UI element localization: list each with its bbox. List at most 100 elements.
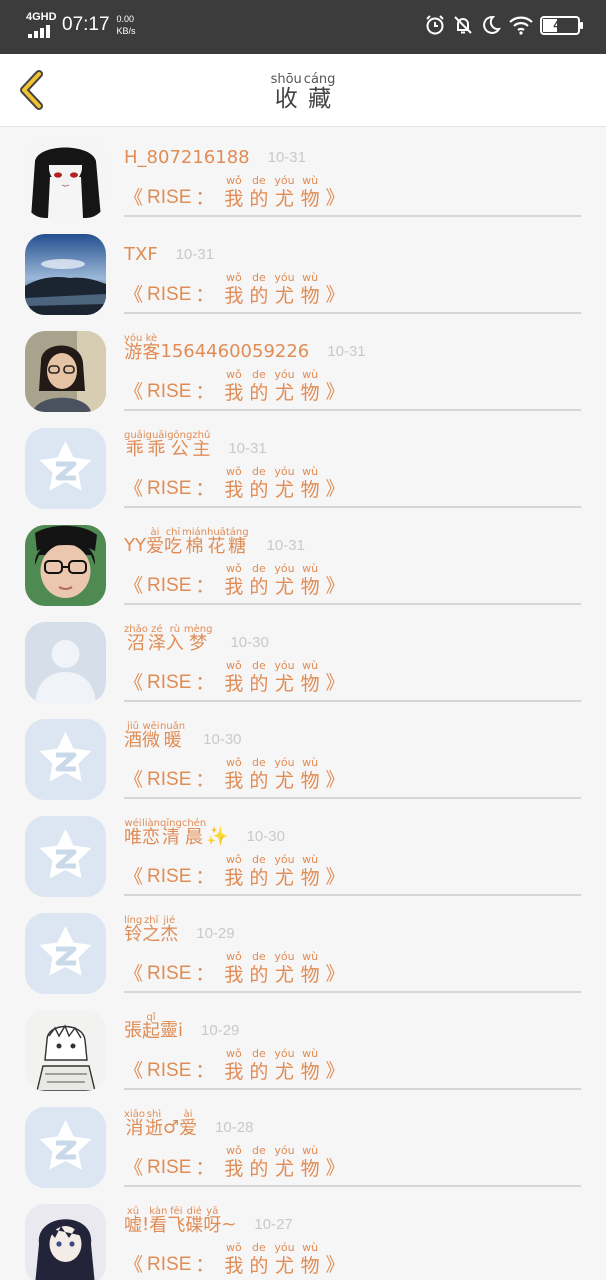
username[interactable]: H_807216188 [124,147,250,169]
list-item[interactable]: jiǔ 酒 wēi 微 nuǎn 暖 10-30 《 RISE： wǒ 我 de 的 yóu 尤 wù 物》 [0,709,606,806]
work-title[interactable]: 《 RISE： wǒ 我 de 的 yóu 尤 wù 物》 [124,365,581,405]
close-quote: 》 [325,575,345,597]
hanzi-char: 嘘 [124,1215,142,1237]
username[interactable]: jiǔ 酒 wēi 微 nuǎn 暖 [124,721,185,751]
item-header-row: yóu 游 kè 客 1564460059226 10-31 [124,329,581,363]
list-item[interactable]: zhǎo 沼 zé 泽 rù 入 mèng 梦 10-30 《 RISE： wǒ 我 de 的 yóu 尤 wù 物… [0,612,606,709]
ruby-char: de 的 [249,951,268,987]
avatar[interactable] [25,137,106,218]
username[interactable]: xiāo 消 shì 逝 ♂ ài 爱 [124,1109,197,1139]
hanzi-char: 爱 [179,1118,198,1140]
hanzi-char: 爱 [146,536,164,558]
title-colon: ： [195,284,215,306]
timestamp: 10-30 [246,828,285,845]
hanzi-char: 我 [224,1255,244,1277]
work-title-text: RISE [147,187,192,208]
work-title[interactable]: 《 RISE： wǒ 我 de 的 yóu 尤 wù 物》 [124,462,581,502]
list-item[interactable]: 張 qǐ 起靈 i 10-29 《 RISE： wǒ 我 de 的 yóu 尤 wù 物》 [0,1000,606,1097]
hanzi-char: 我 [224,1158,244,1180]
ruby-char: yóu 尤 [274,757,294,793]
hanzi-char: 物 [300,1158,320,1180]
list-item[interactable]: xiāo 消 shì 逝 ♂ ài 爱 10-28 《 RISE： wǒ 我 de 的 yóu 尤 wù 物》 [0,1097,606,1194]
username[interactable]: YY ài 爱 chī 吃 mián 棉 huā 花 táng 糖 [124,527,249,557]
avatar[interactable] [25,428,106,509]
pinyin-annotation: yóu [274,659,295,672]
hanzi-char: 逝 [144,1118,163,1140]
clock: 07:17 [62,14,110,35]
work-title[interactable]: 《 RISE： wǒ 我 de 的 yóu 尤 wù 物》 [124,753,581,793]
hanzi-char: 消 [125,1118,144,1140]
list-item[interactable]: wéi 唯 liàn 恋 qīng 清 chén 晨 ✨ 10-30 《 RISE： wǒ 我 de 的 yóu… [0,806,606,903]
pinyin-annotation: wǒ [226,562,242,575]
ruby-char: ài 爱 [179,1109,197,1139]
hanzi-char: 入 [165,633,184,655]
hanzi-char: 的 [249,673,269,695]
work-title-text: RISE [147,1060,192,1081]
list-item[interactable]: xū 嘘! kàn 看 fēi 飞 dié 碟 yā 呀 ~10-27 《 RISE： wǒ 我 de 的 yóu… [0,1194,606,1280]
open-quote: 《 [124,672,144,694]
ruby-char: shōu 收 [271,73,302,112]
work-title[interactable]: 《 RISE： wǒ 我 de 的 yóu 尤 wù 物》 [124,1141,581,1181]
list-item[interactable]: H_807216188 10-31 《 RISE： wǒ 我 de 的 yóu 尤 wù 物》 [0,127,606,224]
ruby-char: mèng 梦 [184,624,213,654]
username[interactable]: 張 qǐ 起靈 i [124,1012,183,1042]
username[interactable]: xū 嘘! kàn 看 fēi 飞 dié 碟 yā 呀 ~ [124,1206,236,1236]
list-item[interactable]: TXF 10-31 《 RISE： wǒ 我 de 的 yóu 尤 wù 物》 [0,224,606,321]
item-info: xiāo 消 shì 逝 ♂ ài 爱 10-28 《 RISE： wǒ 我 de 的 yóu 尤 wù 物》 [124,1105,581,1187]
list-item[interactable]: líng 铃 zhī 之 jié 杰 10-29 《 RISE： wǒ 我 de 的 yóu 尤 wù 物》 [0,903,606,1000]
username-text: 張 [124,1020,142,1041]
pinyin-annotation: de [252,271,266,284]
ruby-char: wǒ 我 [224,563,243,599]
open-quote: 《 [124,769,144,791]
hanzi-char: 呀 [203,1215,222,1237]
username[interactable]: yóu 游 kè 客 1564460059226 [124,333,309,363]
avatar[interactable] [25,1107,106,1188]
list-item[interactable]: yóu 游 kè 客 1564460059226 10-31 《 RISE： wǒ 我 de 的 yóu… [0,321,606,418]
avatar[interactable] [25,234,106,315]
work-title[interactable]: 《 RISE： wǒ 我 de 的 yóu 尤 wù 物》 [124,268,581,308]
work-title[interactable]: 《 RISE： wǒ 我 de 的 yóu 尤 wù 物》 [124,559,581,599]
avatar[interactable] [25,913,106,994]
avatar[interactable] [25,1204,106,1280]
ruby-char: wù 物 [301,1242,320,1278]
username[interactable]: TXF [124,244,158,266]
username[interactable]: guāi 乖 guāi 乖 gōng 公 zhǔ 主 [124,430,210,460]
ruby-char: xiāo 消 [124,1109,145,1139]
avatar[interactable] [25,331,106,412]
hanzi-char: 我 [224,867,244,889]
work-title[interactable]: 《 RISE： wǒ 我 de 的 yóu 尤 wù 物》 [124,171,581,211]
work-title[interactable]: 《 RISE： wǒ 我 de 的 yóu 尤 wù 物》 [124,1044,581,1084]
pinyin-annotation: yóu [274,1047,295,1060]
pinyin-annotation: de [252,853,266,866]
hanzi-char: 尤 [275,1255,295,1277]
hanzi-char: 的 [249,867,269,889]
work-title[interactable]: 《 RISE： wǒ 我 de 的 yóu 尤 wù 物》 [124,947,581,987]
avatar[interactable] [25,525,106,606]
username[interactable]: wéi 唯 liàn 恋 qīng 清 chén 晨 ✨ [124,818,229,848]
avatar[interactable] [25,1010,106,1091]
pinyin-annotation: yóu [274,174,295,187]
hanzi-char: 主 [192,439,211,461]
ruby-char: qǐ 起 [142,1012,160,1042]
page-title: shōu 收 cáng 藏 [0,68,606,112]
hanzi-char: 尤 [275,479,295,501]
avatar[interactable] [25,622,106,703]
hanzi-char: 的 [249,576,269,598]
username[interactable]: zhǎo 沼 zé 泽 rù 入 mèng 梦 [124,624,212,654]
list-item[interactable]: guāi 乖 guāi 乖 gōng 公 zhǔ 主 10-31 《 RISE： wǒ 我 de 的 yóu 尤… [0,418,606,515]
username[interactable]: líng 铃 zhī 之 jié 杰 [124,915,178,945]
ruby-char: wǒ 我 [224,369,243,405]
work-title[interactable]: 《 RISE： wǒ 我 de 的 yóu 尤 wù 物》 [124,656,581,696]
ruby-char: yóu 尤 [274,175,294,211]
hanzi-char: 碟 [185,1215,204,1237]
work-title[interactable]: 《 RISE： wǒ 我 de 的 yóu 尤 wù 物》 [124,850,581,890]
timestamp: 10-31 [267,149,306,166]
avatar[interactable] [25,719,106,800]
avatar[interactable] [25,816,106,897]
pinyin-annotation: de [252,562,266,575]
work-title[interactable]: 《 RISE： wǒ 我 de 的 yóu 尤 wù 物》 [124,1238,581,1278]
list-item[interactable]: YY ài 爱 chī 吃 mián 棉 huā 花 táng 糖 10-31 《 RISE： wǒ 我 de 的… [0,515,606,612]
hanzi-char: 收 [274,86,298,112]
pinyin-annotation: yóu [274,368,295,381]
hanzi-char: 我 [224,673,244,695]
